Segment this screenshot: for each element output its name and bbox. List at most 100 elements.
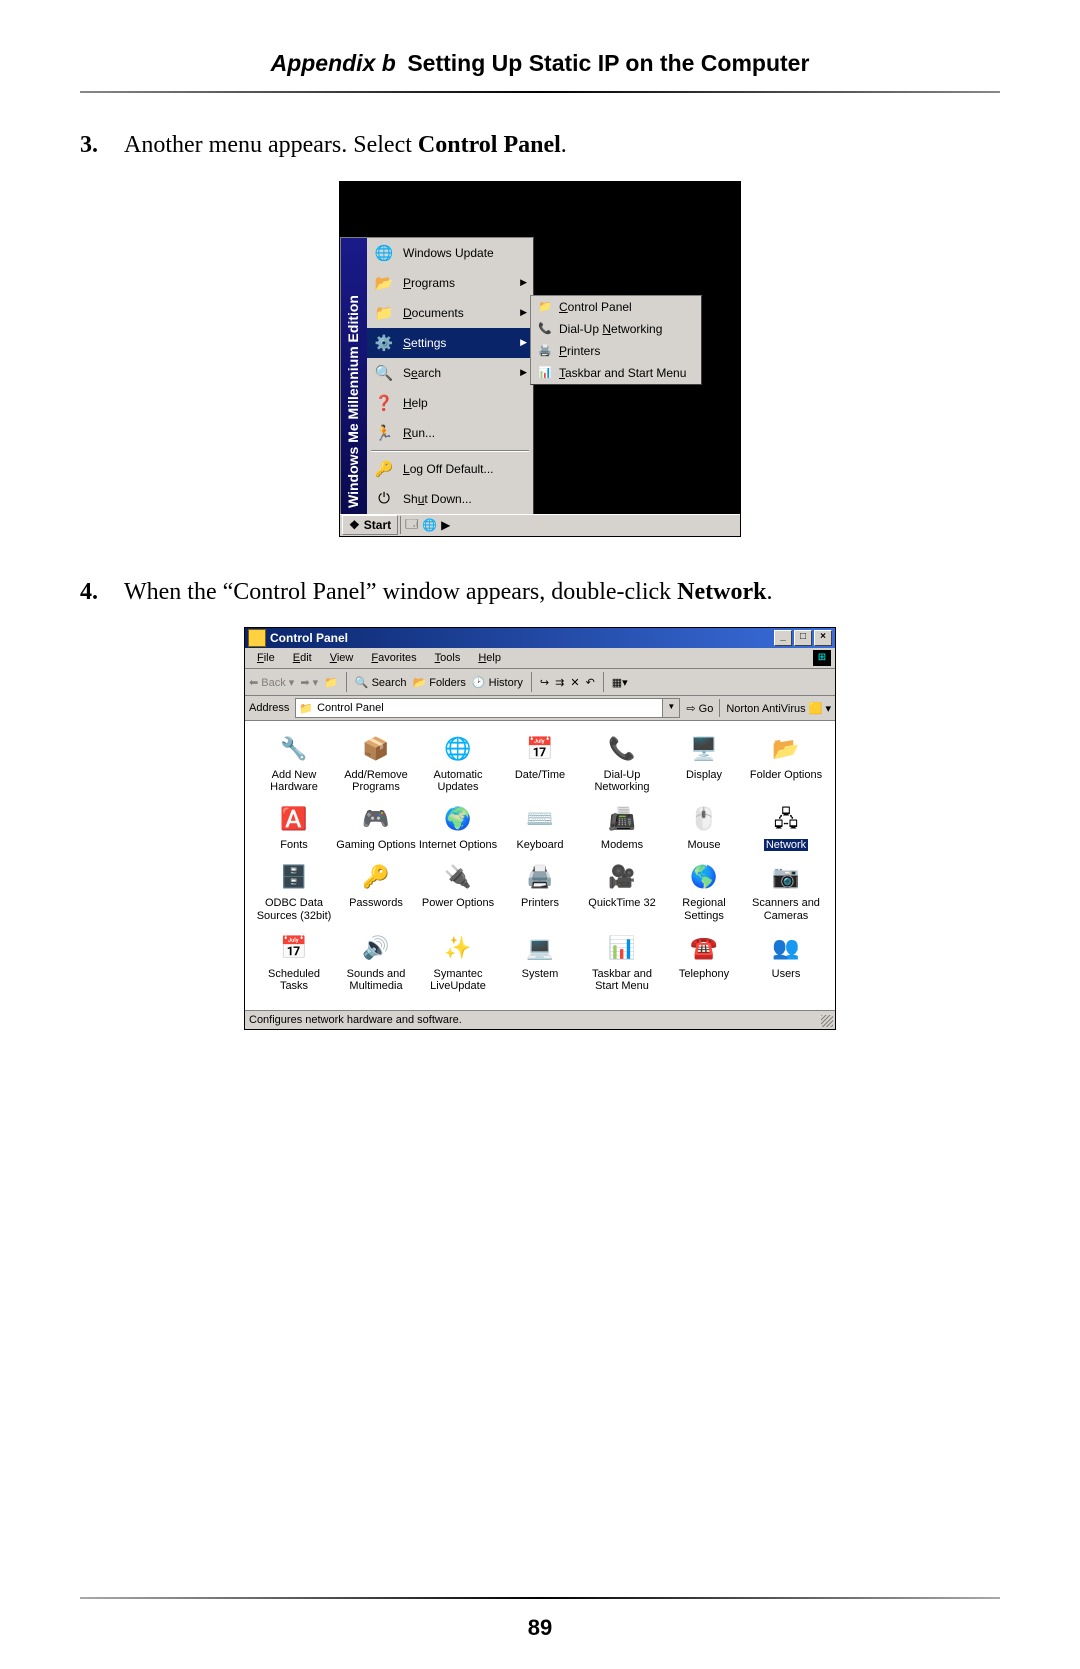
forward-button[interactable]: ➡ ▾: [300, 676, 318, 689]
cp-icon-keyboard[interactable]: ⌨️Keyboard: [499, 803, 581, 861]
address-dropdown-icon[interactable]: ▼: [662, 699, 679, 717]
maximize-button[interactable]: □: [794, 630, 812, 646]
menu-item-icon: 📁: [373, 302, 395, 324]
submenu-item[interactable]: 📞Dial-Up Networking: [531, 318, 701, 340]
cp-item-icon: 💻: [524, 932, 556, 964]
address-input[interactable]: 📁 Control Panel ▼: [295, 698, 680, 718]
cp-icon-system[interactable]: 💻System: [499, 932, 581, 1002]
show-desktop-icon[interactable]: 🗔: [405, 515, 418, 536]
delete-icon[interactable]: ✕: [570, 676, 579, 689]
cp-item-icon: 🌍: [442, 803, 474, 835]
cp-item-icon: 📞: [606, 733, 638, 765]
cp-item-icon: 🖧: [770, 803, 802, 835]
submenu-item[interactable]: 🖨️Printers: [531, 340, 701, 362]
start-menu-item[interactable]: 📁Documents▶: [367, 298, 533, 328]
menu-file[interactable]: File: [249, 650, 283, 666]
cp-icon-folder-options[interactable]: 📂Folder Options: [745, 733, 827, 803]
start-menu-item[interactable]: 📂Programs▶: [367, 268, 533, 298]
menu-view[interactable]: View: [322, 650, 362, 666]
copy-to-icon[interactable]: ⇉: [555, 676, 564, 689]
menu-favorites[interactable]: Favorites: [363, 650, 424, 666]
up-button[interactable]: 📁: [324, 676, 338, 689]
minimize-button[interactable]: _: [774, 630, 792, 646]
media-player-icon[interactable]: ▶: [441, 518, 450, 532]
cp-icon-passwords[interactable]: 🔑Passwords: [335, 861, 417, 931]
cp-item-icon: 📅: [524, 733, 556, 765]
menu-edit[interactable]: Edit: [285, 650, 320, 666]
start-button[interactable]: ❖ Start: [342, 515, 398, 535]
cp-icon-internet-options[interactable]: 🌍Internet Options: [417, 803, 499, 861]
cp-icon-fonts[interactable]: 🅰️Fonts: [253, 803, 335, 861]
page-header: Appendix b Setting Up Static IP on the C…: [80, 50, 1000, 77]
start-menu-brand-band: Windows Me Millennium Edition: [341, 238, 367, 514]
menu-tools[interactable]: Tools: [427, 650, 469, 666]
cp-icon-users[interactable]: 👥Users: [745, 932, 827, 1002]
submenu-item-icon: 🖨️: [537, 343, 553, 359]
titlebar: Control Panel _ □ ×: [245, 628, 835, 648]
start-menu-item[interactable]: ⏻Shut Down...: [367, 484, 533, 514]
toolbar: ⬅ Back ▾ ➡ ▾ 📁 🔍 Search 📂 Folders 🕑 Hist…: [245, 669, 835, 696]
cp-icon-add-remove-programs[interactable]: 📦Add/Remove Programs: [335, 733, 417, 803]
cp-icon-network[interactable]: 🖧Network: [745, 803, 827, 861]
start-menu-item[interactable]: 🔑Log Off Default...: [367, 454, 533, 484]
history-button[interactable]: 🕑 History: [472, 676, 523, 689]
submenu-item-icon: 📁: [537, 299, 553, 315]
cp-icon-automatic-updates[interactable]: 🌐Automatic Updates: [417, 733, 499, 803]
cp-icon-power-options[interactable]: 🔌Power Options: [417, 861, 499, 931]
cp-icon-symantec-liveupdate[interactable]: ✨Symantec LiveUpdate: [417, 932, 499, 1002]
submenu-item[interactable]: 📊Taskbar and Start Menu: [531, 362, 701, 384]
start-menu-item[interactable]: 🏃Run...: [367, 418, 533, 448]
search-button[interactable]: 🔍 Search: [355, 676, 407, 689]
start-menu-item[interactable]: ⚙️Settings▶: [367, 328, 533, 358]
menu-help[interactable]: Help: [470, 650, 509, 666]
cp-item-icon: 🔊: [360, 932, 392, 964]
cp-icon-date-time[interactable]: 📅Date/Time: [499, 733, 581, 803]
cp-icon-scanners-and-cameras[interactable]: 📷Scanners and Cameras: [745, 861, 827, 931]
settings-submenu: 📁Control Panel📞Dial-Up Networking🖨️Print…: [530, 295, 702, 385]
cp-item-icon: 📅: [278, 932, 310, 964]
cp-item-icon: 🌐: [442, 733, 474, 765]
cp-icon-mouse[interactable]: 🖱️Mouse: [663, 803, 745, 861]
cp-item-icon: 👥: [770, 932, 802, 964]
start-menu-item[interactable]: ❓Help: [367, 388, 533, 418]
start-menu-item[interactable]: 🌐Windows Update: [367, 238, 533, 268]
cp-icon-regional-settings[interactable]: 🌎Regional Settings: [663, 861, 745, 931]
start-menu: Windows Me Millennium Edition 🌐Windows U…: [340, 237, 534, 515]
cp-icon-taskbar-and-start-menu[interactable]: 📊Taskbar and Start Menu: [581, 932, 663, 1002]
folders-button[interactable]: 📂 Folders: [412, 676, 465, 689]
move-to-icon[interactable]: ↪: [540, 676, 549, 689]
undo-icon[interactable]: ↶: [586, 676, 595, 689]
cp-icon-gaming-options[interactable]: 🎮Gaming Options: [335, 803, 417, 861]
address-bar: Address 📁 Control Panel ▼ ⇨ Go Norton An…: [245, 696, 835, 721]
menu-item-icon: ⚙️: [373, 332, 395, 354]
cp-item-icon: 📠: [606, 803, 638, 835]
submenu-item[interactable]: 📁Control Panel: [531, 296, 701, 318]
views-button[interactable]: ▦▾: [612, 676, 628, 689]
cp-item-icon: ☎️: [688, 932, 720, 964]
cp-icon-printers[interactable]: 🖨️Printers: [499, 861, 581, 931]
menu-item-icon: 📂: [373, 272, 395, 294]
cp-icon-quicktime-32[interactable]: 🎥QuickTime 32: [581, 861, 663, 931]
norton-antivirus[interactable]: Norton AntiVirus 🟨 ▾: [726, 702, 831, 715]
cp-icon-display[interactable]: 🖥️Display: [663, 733, 745, 803]
back-button[interactable]: ⬅ Back ▾: [249, 676, 294, 689]
header-rule: [80, 91, 1000, 93]
step-3: 3. Another menu appears. Select Control …: [80, 129, 1000, 163]
menu-item-icon: 🔑: [373, 458, 395, 480]
close-button[interactable]: ×: [814, 630, 832, 646]
cp-icon-modems[interactable]: 📠Modems: [581, 803, 663, 861]
cp-item-icon: 🖨️: [524, 861, 556, 893]
cp-icon-sounds-and-multimedia[interactable]: 🔊Sounds and Multimedia: [335, 932, 417, 1002]
cp-item-icon: 🔌: [442, 861, 474, 893]
resize-grip-icon[interactable]: [821, 1015, 833, 1027]
cp-icon-telephony[interactable]: ☎️Telephony: [663, 932, 745, 1002]
cp-icon-odbc-data-sources-32bit-[interactable]: 🗄️ODBC Data Sources (32bit): [253, 861, 335, 931]
start-menu-item[interactable]: 🔍Search▶: [367, 358, 533, 388]
menu-item-icon: ⏻: [373, 488, 395, 510]
ie-icon[interactable]: 🌐: [422, 518, 437, 532]
cp-icon-scheduled-tasks[interactable]: 📅Scheduled Tasks: [253, 932, 335, 1002]
cp-icon-add-new-hardware[interactable]: 🔧Add New Hardware: [253, 733, 335, 803]
menubar: FileEditViewFavoritesToolsHelp⊞: [245, 648, 835, 669]
cp-icon-dial-up-networking[interactable]: 📞Dial-Up Networking: [581, 733, 663, 803]
go-button[interactable]: ⇨ Go: [686, 702, 713, 715]
